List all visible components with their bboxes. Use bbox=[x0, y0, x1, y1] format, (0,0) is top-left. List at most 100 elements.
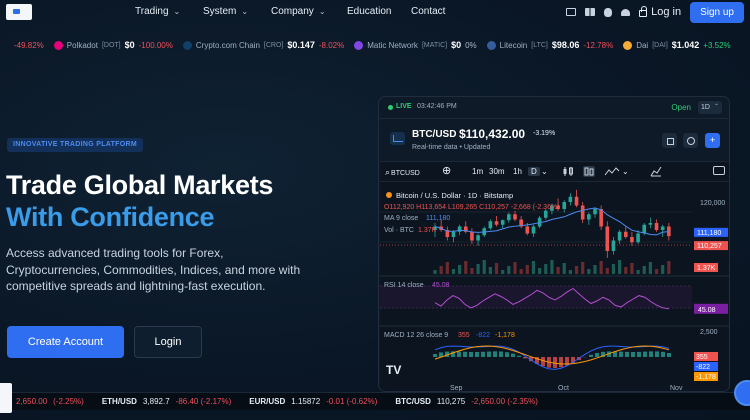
nav-menu: Trading ⌄ System ⌄ Company ⌄ Education Cont… bbox=[134, 0, 461, 24]
apple-icon[interactable] bbox=[604, 7, 613, 17]
nav-item-trading[interactable]: Trading ⌄ bbox=[135, 0, 199, 24]
indicators-icon[interactable] bbox=[604, 166, 620, 177]
rsi-legend-value: 45.08 bbox=[432, 282, 450, 289]
ticker-item[interactable]: Dai [DAI] $1.042 +3.52% bbox=[623, 40, 731, 50]
nav-item-contact[interactable]: Contact bbox=[411, 0, 461, 24]
macd-legend-v1: 355 bbox=[458, 332, 470, 339]
interval-1h[interactable]: 1h bbox=[513, 167, 522, 176]
volume-legend: Vol · BTC bbox=[384, 227, 414, 234]
volume-bar bbox=[661, 265, 665, 274]
bars-icon[interactable] bbox=[583, 166, 595, 177]
volume-bar bbox=[630, 263, 634, 274]
interval-30m[interactable]: 30m bbox=[489, 167, 505, 176]
add-symbol-icon[interactable]: ⊕ bbox=[442, 164, 451, 177]
ticker-name: Litecoin bbox=[499, 40, 528, 50]
ticker-price: $0.147 bbox=[287, 40, 315, 50]
macd-histogram bbox=[475, 351, 479, 357]
candle-body bbox=[562, 202, 567, 209]
ticker-symbol: [DOT] bbox=[101, 41, 121, 49]
camera-icon[interactable] bbox=[713, 166, 725, 175]
volume-bar bbox=[451, 269, 456, 274]
x-axis-label: Nov bbox=[670, 385, 683, 392]
chevron-down-icon: ⌄ bbox=[173, 7, 181, 16]
rsi-legend: RSI 14 close bbox=[384, 282, 424, 289]
ticker-item[interactable]: Crypto.com Chain [CRO] $0.147 -8.02% bbox=[182, 40, 345, 50]
ticker-item[interactable]: -49.82% bbox=[14, 41, 44, 50]
ticker-price: $98.06 bbox=[551, 40, 580, 50]
login-button[interactable]: Login bbox=[134, 326, 202, 358]
timeframe-select[interactable]: 1D bbox=[698, 101, 722, 114]
volume-bar bbox=[482, 260, 486, 274]
ticker-item[interactable]: Polkadot [DOT] $0 -100.00% bbox=[53, 40, 173, 50]
volume-tag-label: 1.37K bbox=[697, 265, 716, 272]
macd-tag-label: -822 bbox=[696, 364, 710, 371]
candles-icon[interactable] bbox=[562, 166, 574, 177]
live-time: 03:42:46 PM bbox=[417, 103, 457, 110]
symbol-search[interactable]: BTCUSD bbox=[385, 167, 420, 178]
candle-body bbox=[630, 237, 634, 243]
market-ticker-item[interactable]: ETH/USD 3,892.7 -86.40 (-2.17%) bbox=[102, 397, 231, 406]
symbol-price: $110,432.00 bbox=[459, 127, 526, 141]
android-icon[interactable] bbox=[621, 8, 631, 16]
market-ticker-item[interactable]: EUR/USD 1.15872 -0.01 (-0.62%) bbox=[249, 397, 377, 406]
settings-icon[interactable] bbox=[683, 133, 698, 148]
volume-legend-value: 1.37K bbox=[418, 227, 437, 234]
macd-histogram bbox=[505, 352, 509, 357]
volume-bar bbox=[642, 266, 646, 274]
chevron-down-icon[interactable]: ⌄ bbox=[541, 167, 548, 176]
nav-item-system[interactable]: System ⌄ bbox=[203, 0, 267, 24]
volume-bar bbox=[470, 268, 474, 274]
nav-item-company[interactable]: Company ⌄ bbox=[271, 0, 347, 24]
macd-axis-label: 2,500 bbox=[700, 329, 718, 336]
candle-body bbox=[587, 214, 591, 220]
rsi-tag-label: 45.08 bbox=[698, 307, 716, 314]
login-link[interactable]: Log in bbox=[639, 6, 681, 18]
nav-actions: Log in Sign up bbox=[566, 0, 744, 24]
x-axis-label: Sep bbox=[450, 385, 463, 392]
signup-button[interactable]: Sign up bbox=[690, 1, 744, 23]
add-icon[interactable] bbox=[705, 133, 720, 148]
macd-histogram bbox=[625, 351, 629, 357]
nav-item-education[interactable]: Education bbox=[347, 0, 411, 24]
hero-title-accent: With Confidence bbox=[6, 202, 215, 232]
pair-price: 3,892.7 bbox=[142, 397, 170, 406]
side-panel-tab[interactable] bbox=[0, 383, 12, 413]
ticker-name: Polkadot bbox=[66, 40, 98, 50]
coin-icon bbox=[623, 40, 633, 50]
live-dot-icon bbox=[388, 105, 393, 110]
macd-tag-label: -1,178 bbox=[696, 374, 716, 381]
chart-area: BTCUSD ⊕ 1m 30m 1h D ⌄ ⌄ Bitcoin / U.S. … bbox=[380, 161, 730, 392]
pair-name: BTC/USD bbox=[395, 397, 431, 406]
brand-logo[interactable] bbox=[6, 4, 32, 20]
stop-icon[interactable] bbox=[662, 133, 677, 148]
pair-name: ETH/USD bbox=[101, 397, 137, 406]
ticker-item[interactable]: Litecoin [LTC] $98.06 -12.78% bbox=[486, 40, 613, 50]
macd-histogram bbox=[487, 351, 491, 357]
interval-d[interactable]: D bbox=[528, 167, 540, 176]
volume-bar bbox=[593, 265, 597, 274]
ohlc-legend: O112,920 H113,654 L109,265 C110,257 -2,6… bbox=[384, 204, 560, 211]
ticker-symbol: [MATIC] bbox=[421, 41, 448, 49]
price-chart[interactable]: Bitcoin / U.S. Dollar · 1D · Bitstamp O11… bbox=[380, 182, 730, 392]
interval-1m[interactable]: 1m bbox=[472, 167, 483, 176]
hero-title: Trade Global Markets bbox=[6, 170, 274, 200]
chart-toolbar: BTCUSD ⊕ 1m 30m 1h D ⌄ ⌄ bbox=[380, 162, 729, 182]
macd-histogram bbox=[433, 354, 437, 357]
create-account-button[interactable]: Create Account bbox=[7, 326, 124, 358]
ticker-item[interactable]: Matic Network [MATIC] $0 0% bbox=[354, 40, 477, 50]
chevron-down-icon[interactable]: ⌄ bbox=[622, 167, 629, 176]
desktop-icon[interactable] bbox=[566, 8, 577, 16]
ticker-change: -8.02% bbox=[318, 40, 345, 50]
compare-icon[interactable] bbox=[650, 166, 662, 177]
ticker-name: Dai bbox=[636, 40, 649, 50]
volume-bar bbox=[445, 262, 449, 274]
market-ticker-item[interactable]: 2,650.00 (-2.25%) bbox=[16, 397, 84, 406]
windows-icon[interactable] bbox=[585, 8, 596, 16]
market-ticker-item[interactable]: BTC/USD 110,275 -2,650.00 (-2.35%) bbox=[395, 397, 538, 406]
volume-bar bbox=[476, 264, 480, 274]
macd-histogram bbox=[559, 357, 563, 368]
symbol-name: BTC/USD bbox=[412, 129, 457, 140]
ticker-change: -49.82% bbox=[14, 40, 44, 50]
macd-histogram bbox=[661, 351, 665, 357]
candle-body bbox=[525, 226, 530, 234]
